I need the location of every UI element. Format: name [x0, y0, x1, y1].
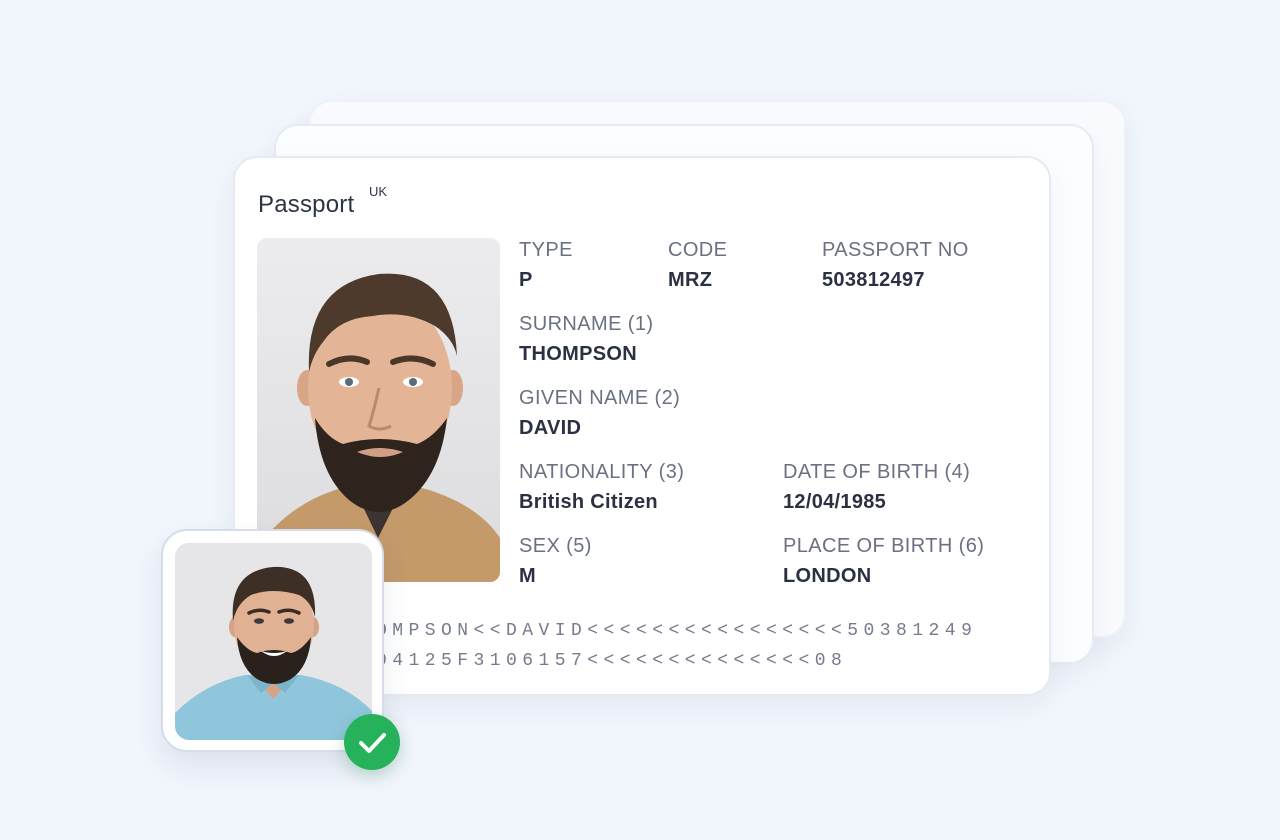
date-of-birth-label: DATE OF BIRTH (4) — [783, 461, 971, 483]
type-value: P — [519, 269, 533, 291]
nationality-label: NATIONALITY (3) — [519, 461, 685, 483]
passport-no-label: PASSPORT NO — [822, 239, 969, 261]
mrz-line-2: 04125F3106157<<<<<<<<<<<<<<08 — [376, 651, 848, 671]
given-name-value: DAVID — [519, 417, 582, 439]
passport-no-value: 503812497 — [822, 269, 925, 291]
sex-value: M — [519, 565, 536, 587]
passport-country: UK — [369, 184, 388, 199]
code-value: MRZ — [668, 269, 713, 291]
surname-label: SURNAME (1) — [519, 313, 654, 335]
date-of-birth-value: 12/04/1985 — [783, 491, 887, 513]
code-label: CODE — [668, 239, 728, 261]
sex-label: SEX (5) — [519, 535, 592, 557]
passport-title: Passport — [258, 191, 355, 218]
mrz-line-1: OMPSON<<DAVID<<<<<<<<<<<<<<<<50381249 — [376, 621, 978, 641]
place-of-birth-value: LONDON — [783, 565, 872, 587]
nationality-value: British Citizen — [519, 491, 658, 513]
place-of-birth-label: PLACE OF BIRTH (6) — [783, 535, 985, 557]
type-label: TYPE — [519, 239, 573, 261]
checkmark-icon — [359, 733, 386, 753]
given-name-label: GIVEN NAME (2) — [519, 387, 681, 409]
verified-check-badge — [344, 714, 400, 770]
surname-value: THOMPSON — [519, 343, 637, 365]
selfie-photo — [175, 543, 372, 740]
